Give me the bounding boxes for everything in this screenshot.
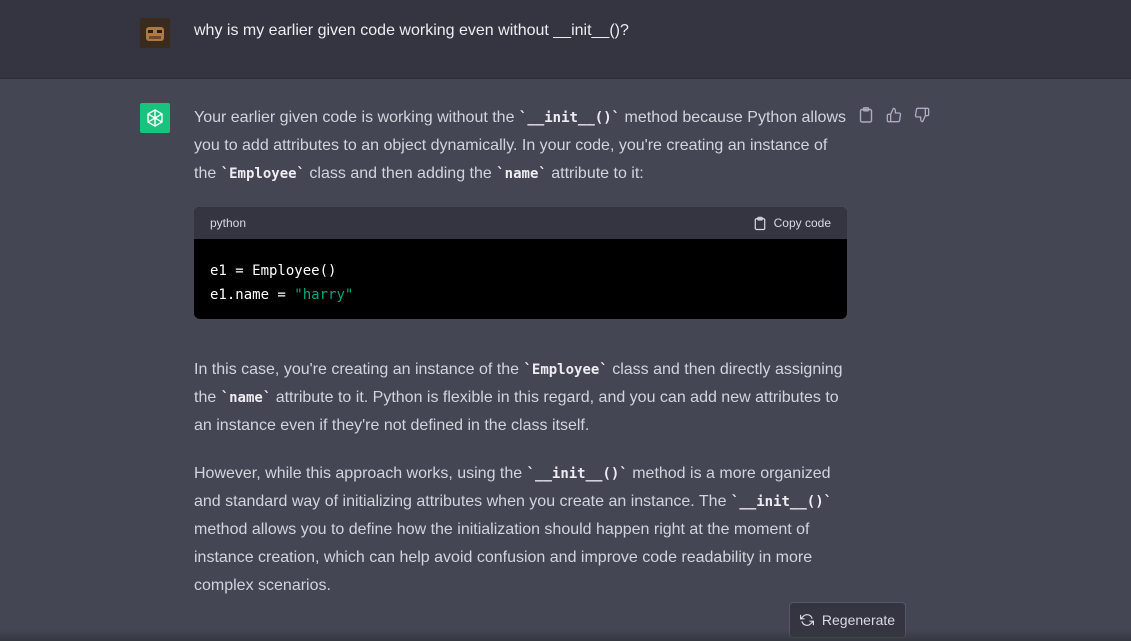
clipboard-icon (754, 216, 765, 230)
code-content: e1 = Employee() e1.name = "harry" (194, 239, 847, 319)
thumbs-up-icon[interactable] (886, 106, 902, 124)
code-line: e1 = Employee() (210, 263, 337, 279)
openai-logo-icon (140, 103, 170, 133)
inline-code: `__init__()` (526, 466, 628, 482)
message-actions (858, 106, 930, 124)
inline-code: `name` (220, 390, 272, 406)
bottom-fade (0, 630, 1131, 641)
paragraph-1: Your earlier given code is working witho… (194, 109, 846, 182)
inline-code: `Employee` (220, 166, 305, 182)
code-block-header: python Copy code (194, 207, 847, 239)
regenerate-label: Regenerate (821, 612, 896, 628)
copy-code-button[interactable]: Copy code (754, 216, 831, 231)
inline-code: `__init__()` (518, 110, 621, 126)
code-block: python Copy code e1 = Employee() e1.name… (194, 207, 847, 319)
user-message-text: why is my earlier given code working eve… (194, 22, 629, 39)
clipboard-icon[interactable] (858, 106, 874, 124)
code-language-label: python (210, 216, 247, 230)
inline-code: `__init__()` (730, 494, 833, 510)
inline-code: `Employee` (523, 362, 608, 378)
code-string: "harry" (294, 287, 354, 303)
thumbs-down-icon[interactable] (914, 106, 930, 124)
paragraph-2: In this case, you're creating an instanc… (194, 361, 843, 434)
assistant-response: Your earlier given code is working witho… (194, 104, 848, 600)
user-message-row: why is my earlier given code working eve… (0, 0, 1131, 79)
paragraph-3: However, while this approach works, usin… (194, 465, 833, 594)
code-line: e1.name = "harry" (210, 287, 354, 303)
user-avatar (140, 18, 170, 48)
refresh-icon (799, 614, 814, 626)
inline-code: `name` (496, 166, 547, 182)
copy-code-label: Copy code (773, 216, 831, 230)
